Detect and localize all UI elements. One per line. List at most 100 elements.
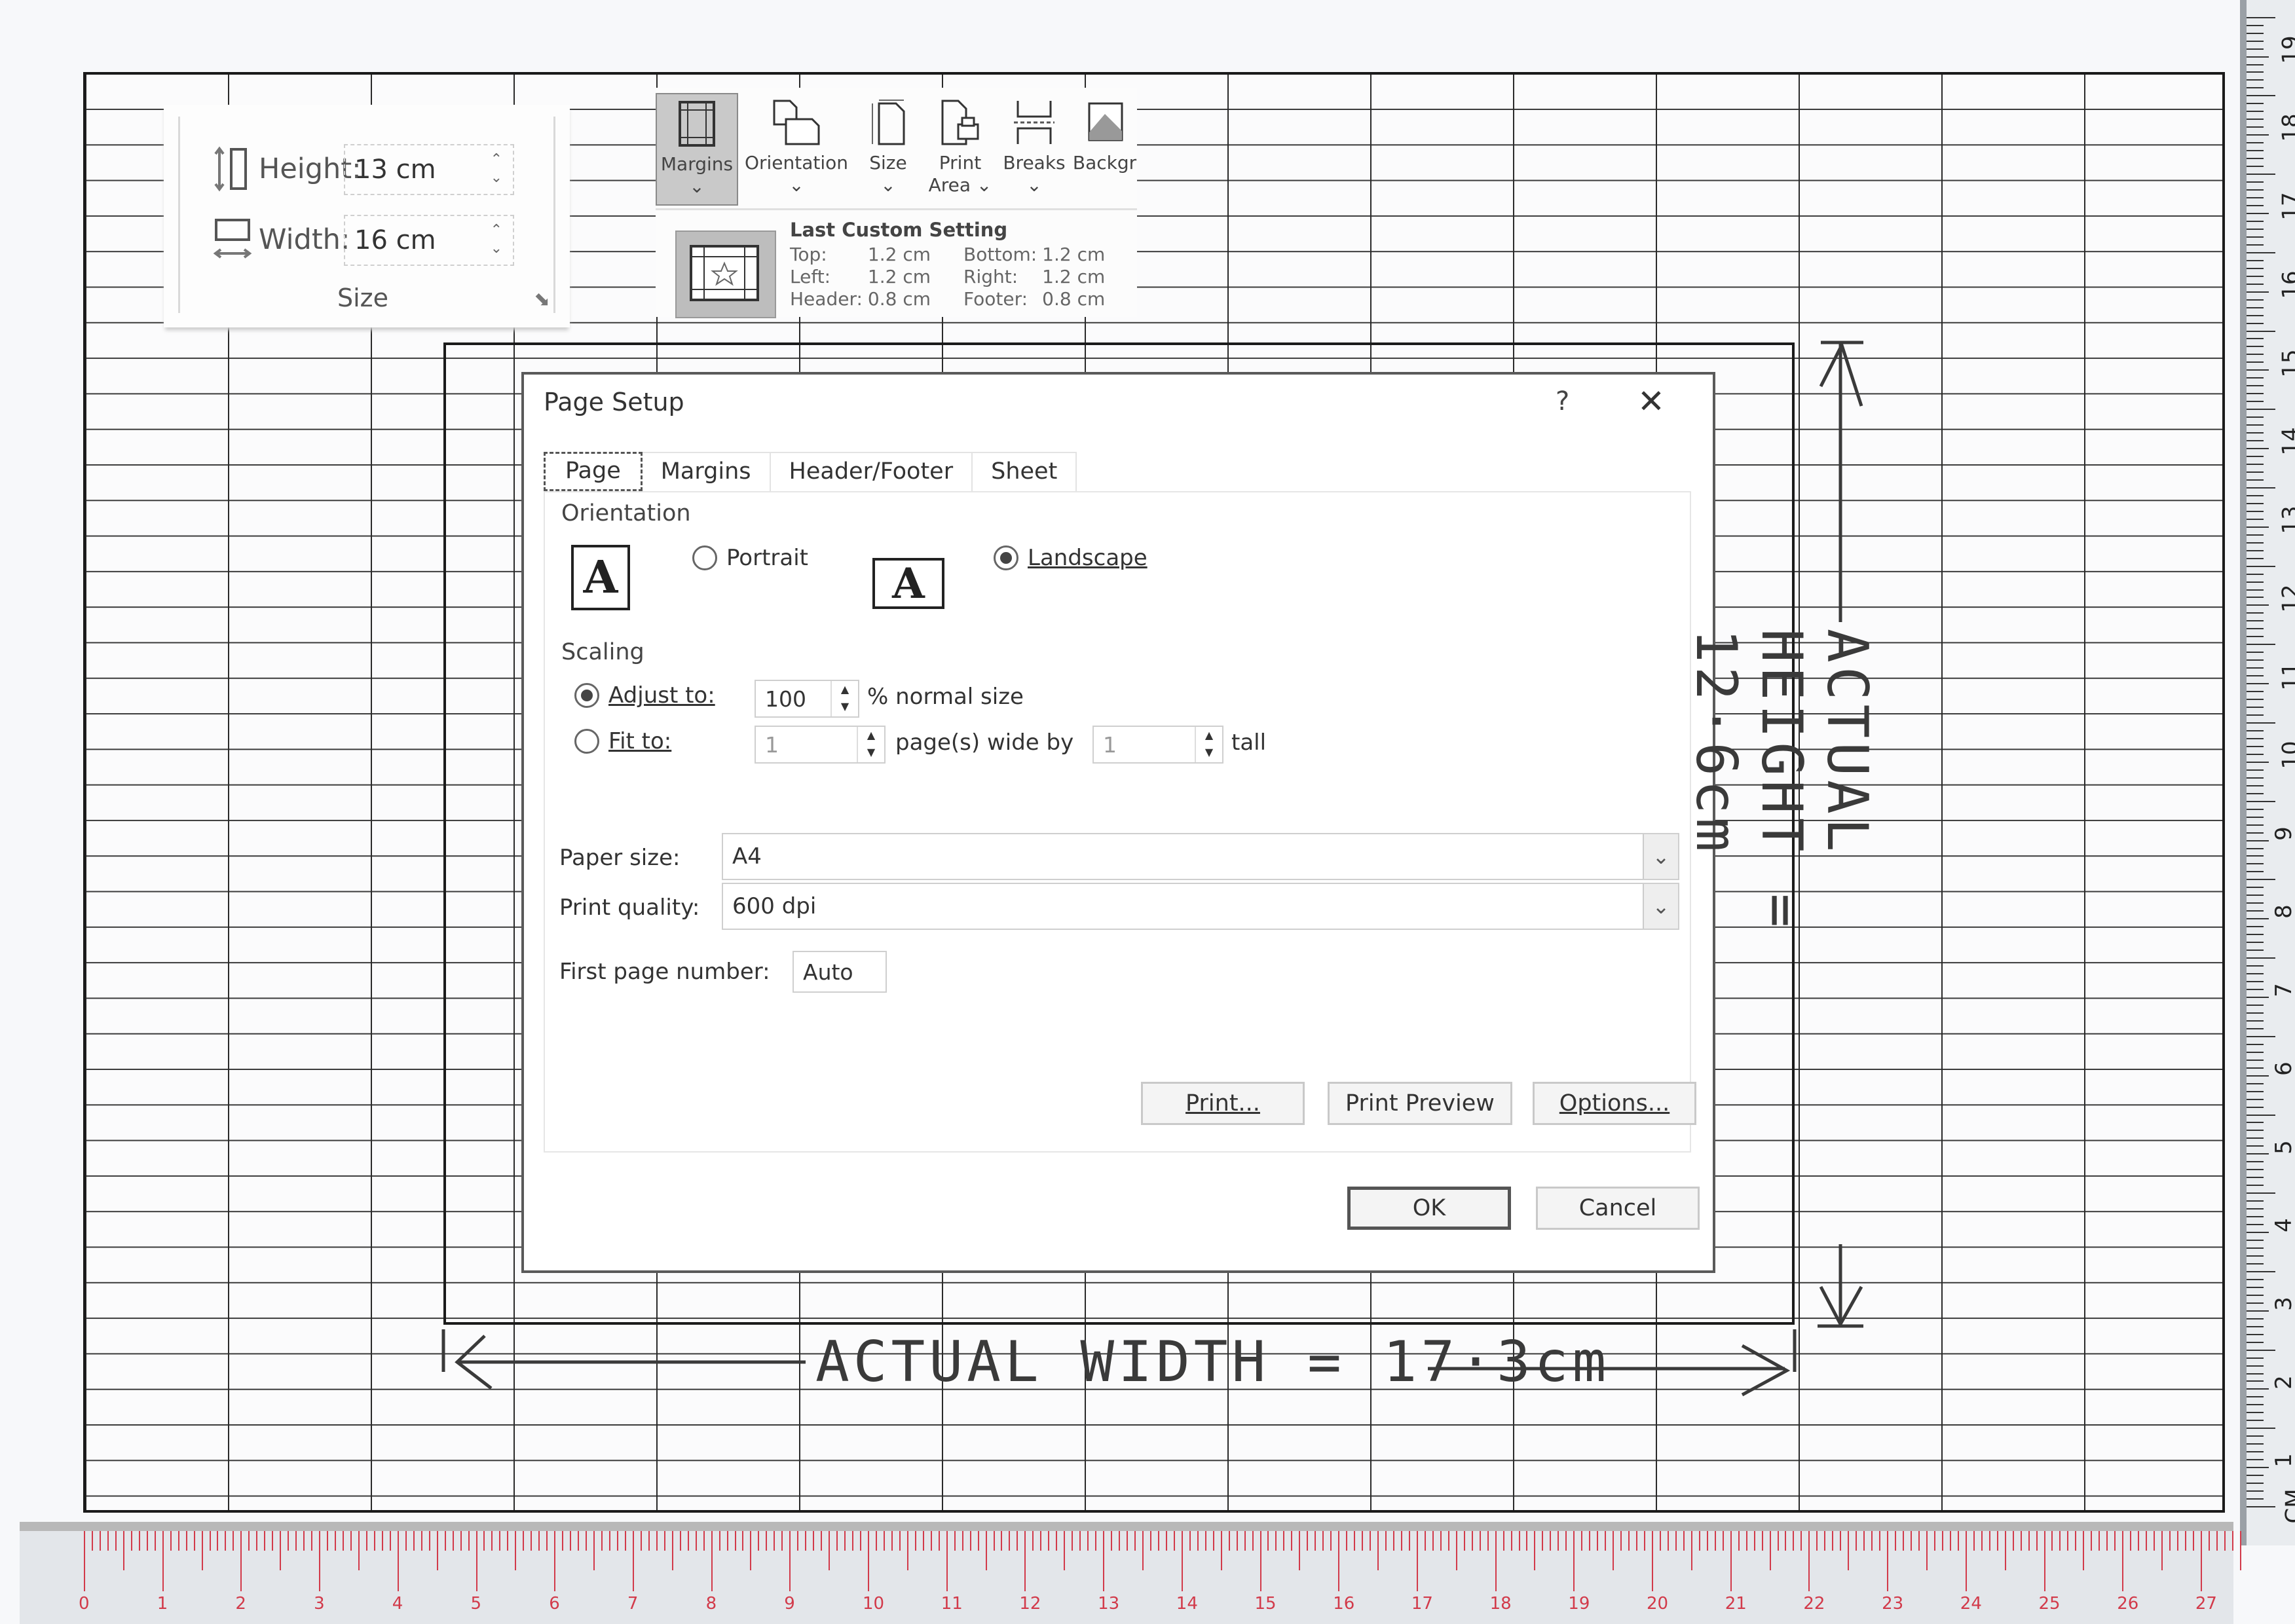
ruler-tick bbox=[1738, 1531, 1740, 1551]
ruler-tick bbox=[2247, 181, 2264, 183]
ruler-tick bbox=[2067, 1531, 2069, 1551]
ruler-tick bbox=[2247, 988, 2264, 990]
ruler-tick bbox=[2247, 440, 2264, 442]
ruler-label: 8 bbox=[705, 1594, 717, 1614]
ruler-tick bbox=[2247, 1388, 2269, 1390]
ruler-tick bbox=[1142, 1531, 1144, 1570]
ruler-tick bbox=[1581, 1531, 1583, 1551]
ruler-label: 27 bbox=[2195, 1594, 2217, 1614]
ruler-tick bbox=[1965, 1531, 1967, 1591]
ruler-tick bbox=[2091, 1531, 2093, 1551]
ruler-tick bbox=[2247, 1420, 2264, 1422]
ruler-label: 3 bbox=[314, 1594, 325, 1614]
ruler-tick bbox=[2247, 1122, 2264, 1124]
ruler-tick bbox=[1252, 1531, 1254, 1551]
ruler-tick bbox=[2146, 1531, 2148, 1551]
ruler-tick bbox=[1400, 1531, 1402, 1551]
ruler-tick bbox=[2247, 16, 2275, 18]
ruler-tick bbox=[774, 1531, 775, 1551]
ruler-tick bbox=[2247, 369, 2269, 371]
ruler-tick bbox=[766, 1531, 768, 1551]
ruler-tick bbox=[201, 1531, 203, 1570]
ruler-tick bbox=[2247, 1325, 2264, 1327]
ruler-tick bbox=[1220, 1531, 1222, 1570]
ruler-tick bbox=[2247, 1075, 2269, 1077]
ruler-tick bbox=[177, 1531, 179, 1551]
ruler-tick bbox=[922, 1531, 924, 1551]
ruler-tick bbox=[2247, 902, 2264, 904]
ruler-tick bbox=[1840, 1531, 1842, 1551]
ruler-tick bbox=[1911, 1531, 1912, 1551]
ruler-tick bbox=[2247, 40, 2264, 42]
ruler-tick bbox=[2247, 581, 2264, 583]
ruler-tick bbox=[2247, 150, 2264, 152]
ruler-tick bbox=[2247, 401, 2264, 403]
ruler-tick bbox=[2106, 1531, 2108, 1551]
ruler-tick bbox=[1698, 1531, 1700, 1551]
ruler-tick bbox=[2130, 1531, 2132, 1551]
ruler-label: 7 bbox=[2270, 983, 2295, 997]
ruler-tick bbox=[2247, 1224, 2264, 1226]
ruler-tick bbox=[2020, 1531, 2022, 1551]
ruler-tick bbox=[2247, 565, 2275, 567]
ruler-tick bbox=[2247, 1467, 2269, 1469]
ruler-tick bbox=[2247, 714, 2264, 716]
ruler-tick bbox=[1455, 1531, 1457, 1570]
ruler-tick bbox=[2247, 808, 2264, 810]
ruler-tick bbox=[2247, 1373, 2264, 1375]
ruler-tick bbox=[2247, 1098, 2264, 1100]
ruler-tick bbox=[515, 1531, 517, 1570]
ruler-tick bbox=[2247, 385, 2264, 387]
ruler-tick bbox=[1871, 1531, 1873, 1551]
ruler-tick bbox=[2247, 1310, 2269, 1312]
ruler-tick bbox=[1926, 1531, 1928, 1570]
ruler-tick bbox=[1636, 1531, 1638, 1551]
ruler-tick bbox=[2247, 737, 2264, 739]
ruler-tick bbox=[1299, 1531, 1301, 1570]
ruler-tick bbox=[2247, 620, 2264, 622]
ruler-tick bbox=[2247, 1051, 2264, 1053]
ruler-tick bbox=[2247, 134, 2269, 136]
ruler-tick bbox=[1988, 1531, 1990, 1551]
ruler-label: 11 bbox=[941, 1594, 963, 1614]
ruler-label: 14 bbox=[2277, 427, 2295, 456]
ruler-tick bbox=[240, 1531, 242, 1591]
ruler-tick bbox=[2247, 1035, 2275, 1037]
ruler-tick bbox=[225, 1531, 227, 1551]
ruler-tick bbox=[2247, 361, 2264, 363]
ruler-tick bbox=[2247, 604, 2269, 606]
ruler-tick bbox=[2247, 1200, 2264, 1202]
ruler-tick bbox=[2247, 1255, 2264, 1257]
ruler-tick bbox=[2247, 1412, 2264, 1414]
ruler-tick bbox=[1753, 1531, 1755, 1551]
ruler-tick bbox=[1863, 1531, 1865, 1551]
ruler-label: 22 bbox=[1803, 1594, 1825, 1614]
ruler-tick bbox=[2247, 1177, 2264, 1179]
ruler-label: 0 bbox=[79, 1594, 90, 1614]
ruler-tick bbox=[813, 1531, 815, 1551]
ruler-tick bbox=[2247, 1208, 2264, 1210]
ruler-tick bbox=[2247, 456, 2264, 458]
ruler-tick bbox=[2247, 24, 2264, 26]
ruler-tick bbox=[1165, 1531, 1167, 1551]
ruler-tick bbox=[1354, 1531, 1356, 1551]
ruler-tick bbox=[1377, 1531, 1379, 1570]
ruler-label: 24 bbox=[1960, 1594, 1982, 1614]
ruler-tick bbox=[1918, 1531, 1920, 1551]
ruler-tick bbox=[969, 1531, 971, 1551]
ruler-tick bbox=[2247, 518, 2264, 520]
ruler-label: 3 bbox=[2270, 1297, 2295, 1311]
ruler-tick bbox=[2247, 220, 2264, 222]
ruler-tick bbox=[2247, 784, 2264, 786]
ruler-tick bbox=[2247, 409, 2275, 411]
ruler-tick bbox=[264, 1531, 266, 1551]
ruler-tick bbox=[358, 1531, 360, 1570]
ruler-tick bbox=[2247, 612, 2264, 614]
ruler-tick bbox=[420, 1531, 422, 1551]
ruler-tick bbox=[2247, 416, 2264, 418]
ruler-tick bbox=[1283, 1531, 1285, 1551]
ruler-tick bbox=[930, 1531, 932, 1551]
ruler-tick bbox=[2247, 56, 2269, 58]
ruler-tick bbox=[2247, 346, 2264, 348]
ruler-tick bbox=[397, 1531, 399, 1591]
